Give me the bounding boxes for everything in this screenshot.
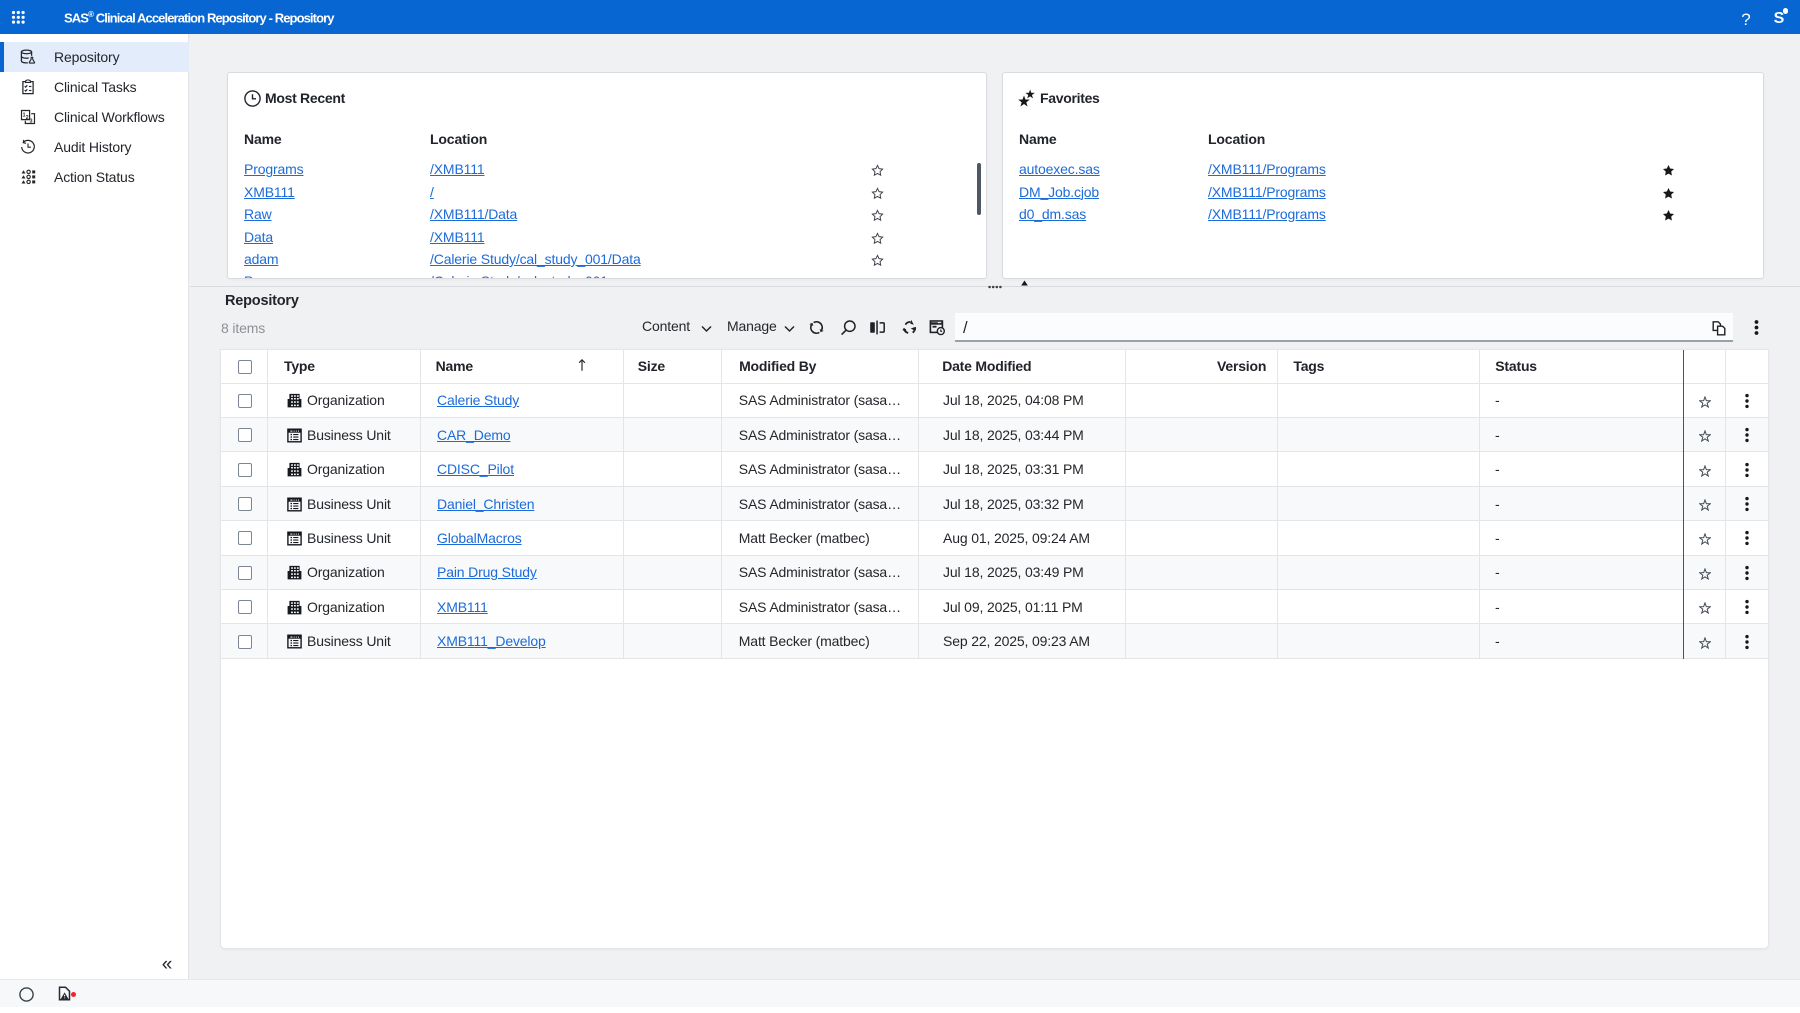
svg-text:3: 3 [30, 119, 33, 125]
svg-text:2: 2 [26, 115, 29, 121]
